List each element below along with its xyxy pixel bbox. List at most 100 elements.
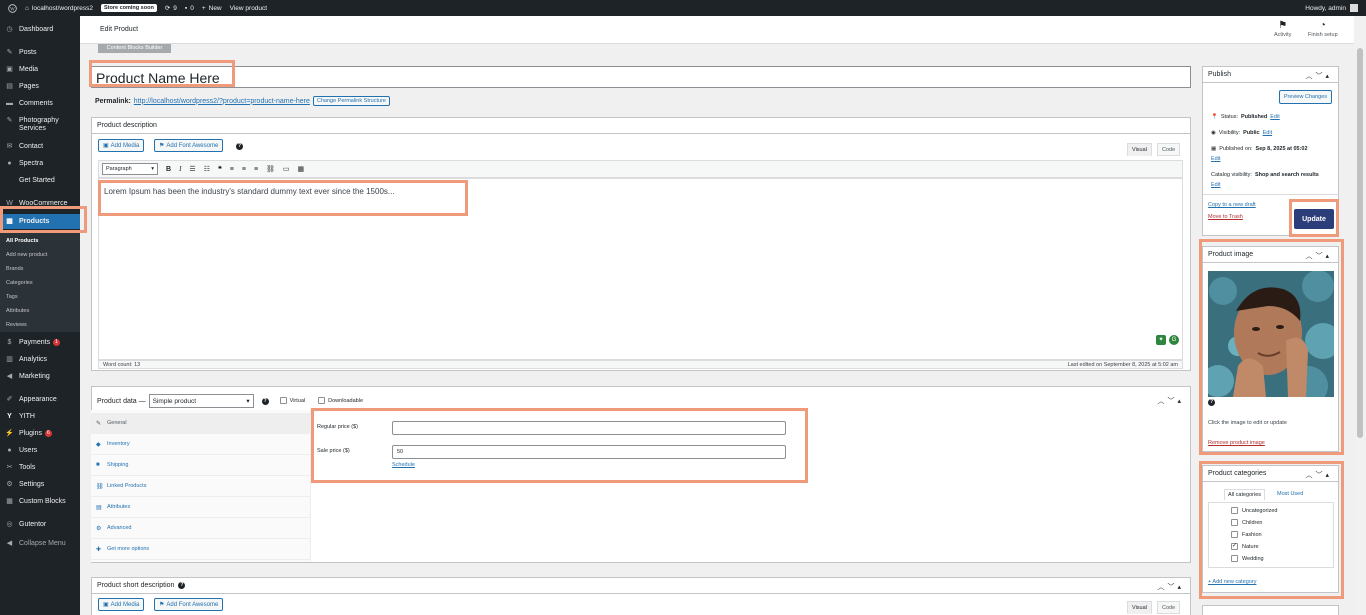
sidebar-item-gutentor[interactable]: ◎ Gutentor xyxy=(0,521,80,529)
edit-catalog-link[interactable]: Edit xyxy=(1211,182,1220,188)
italic-icon[interactable]: I xyxy=(179,165,181,173)
sidebar-item-plugins[interactable]: ⚡ Plugins 6 xyxy=(0,430,80,438)
sidebar-item-posts[interactable]: ✎ Posts xyxy=(0,49,80,57)
help-icon[interactable]: ? xyxy=(178,582,186,589)
numbered-list-icon[interactable]: ☷ xyxy=(204,165,210,173)
bullet-list-icon[interactable]: ☰ xyxy=(189,165,195,173)
short-tab-code[interactable]: Code xyxy=(1157,601,1181,614)
view-product-link[interactable]: View product xyxy=(230,5,267,12)
wordpress-logo-icon[interactable]: W xyxy=(8,3,17,13)
submenu-add-new-product[interactable]: Add new product xyxy=(6,252,47,258)
update-button[interactable]: Update xyxy=(1294,209,1334,229)
sidebar-item-tools[interactable]: ✂ Tools xyxy=(0,464,80,472)
sidebar-item-photography-services[interactable]: ✎ Photography Services xyxy=(0,117,80,133)
sidebar-item-contact[interactable]: ✉ Contact xyxy=(0,143,80,151)
sidebar-item-media[interactable]: ▣ Media xyxy=(0,66,80,74)
tab-inventory[interactable]: ◆ Inventory xyxy=(91,434,311,455)
add-font-awesome-button[interactable]: ⚑ Add Font Awesome xyxy=(154,139,224,152)
tab-most-used[interactable]: Most Used xyxy=(1277,491,1303,497)
quote-icon[interactable]: ❝ xyxy=(218,165,222,173)
updates-link[interactable]: ⟳ 9 xyxy=(165,4,177,13)
remove-product-image-link[interactable]: Remove product image xyxy=(1208,440,1265,446)
help-icon[interactable]: ? xyxy=(1208,399,1215,406)
activity-button[interactable]: ⚑ Activity xyxy=(1274,19,1291,38)
collapse-menu-button[interactable]: ◀ Collapse Menu xyxy=(0,540,80,548)
sidebar-item-appearance[interactable]: ✐ Appearance xyxy=(0,396,80,404)
sidebar-item-users[interactable]: ● Users xyxy=(0,447,80,455)
comments-link[interactable]: ▪ 0 xyxy=(185,5,194,12)
sidebar-item-marketing[interactable]: ◀ Marketing xyxy=(0,373,80,381)
align-left-icon[interactable]: ≡ xyxy=(230,166,234,173)
sidebar-item-spectra[interactable]: ● Spectra xyxy=(0,160,80,168)
sale-price-input[interactable]: 50 xyxy=(392,445,786,459)
edit-status-link[interactable]: Edit xyxy=(1270,114,1279,120)
submenu-categories[interactable]: Categories xyxy=(6,280,33,286)
copy-to-draft-link[interactable]: Copy to a new draft xyxy=(1208,202,1256,208)
description-editor[interactable]: Lorem Ipsum has been the industry's stan… xyxy=(98,178,1183,360)
toolbar-toggle-icon[interactable]: ▦ xyxy=(298,165,305,173)
align-right-icon[interactable]: ≡ xyxy=(254,166,258,173)
tab-general[interactable]: ✎ General xyxy=(91,413,311,434)
regular-price-input[interactable] xyxy=(392,421,786,435)
box-toggle-arrows[interactable]: ︿﹀▴ xyxy=(1305,470,1332,480)
tab-get-more-options[interactable]: ✚ Get more options xyxy=(91,539,311,560)
finish-setup-button[interactable]: ◔ Finish setup xyxy=(1308,19,1338,38)
sidebar-item-comments[interactable]: ▬ Comments xyxy=(0,100,80,108)
permalink-url-link[interactable]: http://localhost/wordpress2/?product=pro… xyxy=(134,98,310,105)
lightbulb-icon[interactable]: ✦ xyxy=(1156,335,1166,345)
product-type-select[interactable]: Simple product ▾ xyxy=(148,394,254,408)
category-uncategorized[interactable]: Uncategorized xyxy=(1231,507,1277,514)
store-status-badge[interactable]: Store coming soon xyxy=(101,4,157,12)
schedule-link[interactable]: Schedule xyxy=(392,462,415,468)
edit-visibility-link[interactable]: Edit xyxy=(1263,130,1272,136)
preview-changes-button[interactable]: Preview Changes xyxy=(1278,90,1332,104)
virtual-checkbox[interactable] xyxy=(279,397,287,405)
tab-linked-products[interactable]: ⛓ Linked Products xyxy=(91,476,311,497)
tab-all-categories[interactable]: All categories xyxy=(1224,489,1266,500)
box-toggle-arrows[interactable]: ︿﹀▴ xyxy=(1157,396,1184,406)
box-toggle-arrows[interactable]: ︿﹀▴ xyxy=(1305,251,1332,261)
product-image[interactable] xyxy=(1208,271,1334,397)
link-icon[interactable]: ⛓ xyxy=(266,165,275,173)
align-center-icon[interactable]: ≡ xyxy=(242,166,246,173)
submenu-tags[interactable]: Tags xyxy=(6,294,18,300)
site-name-link[interactable]: ⌂ localhost/wordpress2 xyxy=(25,5,93,12)
submenu-all-products[interactable]: All Products xyxy=(6,238,38,244)
category-wedding[interactable]: Wedding xyxy=(1231,555,1264,562)
page-scrollbar[interactable] xyxy=(1354,16,1366,615)
sidebar-item-yith[interactable]: Y YITH xyxy=(0,413,80,421)
submenu-brands[interactable]: Brands xyxy=(6,266,23,272)
bold-icon[interactable]: B xyxy=(166,166,171,173)
sidebar-item-products[interactable]: ▦ Products xyxy=(0,214,80,229)
read-more-icon[interactable]: ▭ xyxy=(283,165,290,173)
sidebar-item-custom-blocks[interactable]: ▦ Custom Blocks xyxy=(0,498,80,506)
category-fashion[interactable]: Fashion xyxy=(1231,531,1262,538)
box-toggle-arrows[interactable]: ︿﹀▴ xyxy=(1157,582,1184,592)
short-add-font-awesome-button[interactable]: ⚑ Add Font Awesome xyxy=(154,598,224,611)
tab-attributes[interactable]: ▤ Attributes xyxy=(91,497,311,518)
add-new-category-link[interactable]: + Add new category xyxy=(1208,579,1256,585)
sidebar-item-pages[interactable]: ▤ Pages xyxy=(0,83,80,91)
sidebar-item-get-started[interactable]: Get Started xyxy=(0,177,80,185)
tab-shipping[interactable]: ■ Shipping xyxy=(91,455,311,476)
tab-visual[interactable]: Visual xyxy=(1127,143,1152,156)
scrollbar-thumb[interactable] xyxy=(1357,48,1363,438)
sidebar-item-woocommerce[interactable]: W WooCommerce xyxy=(0,200,80,208)
grammarly-icon[interactable]: G xyxy=(1169,335,1179,345)
sidebar-item-settings[interactable]: ⚙ Settings xyxy=(0,481,80,489)
edit-date-link[interactable]: Edit xyxy=(1211,156,1220,162)
downloadable-checkbox[interactable] xyxy=(318,397,326,405)
sidebar-item-analytics[interactable]: ▥ Analytics xyxy=(0,356,80,364)
add-media-button[interactable]: ▣ Add Media xyxy=(98,139,145,152)
submenu-attributes[interactable]: Attributes xyxy=(6,308,29,314)
tab-advanced[interactable]: ⚙ Advanced xyxy=(91,518,311,539)
help-icon[interactable]: ? xyxy=(236,143,243,150)
short-add-media-button[interactable]: ▣ Add Media xyxy=(98,598,145,611)
content-blocks-builder-button[interactable]: Content Blocks Builder xyxy=(98,44,171,53)
my-account[interactable]: Howdy, admin xyxy=(1305,0,1358,16)
move-to-trash-link[interactable]: Move to Trash xyxy=(1208,214,1243,220)
short-tab-visual[interactable]: Visual xyxy=(1127,601,1152,614)
format-select[interactable]: Paragraph ▾ xyxy=(102,163,158,175)
sidebar-item-payments[interactable]: $ Payments 1 xyxy=(0,339,80,347)
sidebar-item-dashboard[interactable]: ◷ Dashboard xyxy=(0,26,80,34)
